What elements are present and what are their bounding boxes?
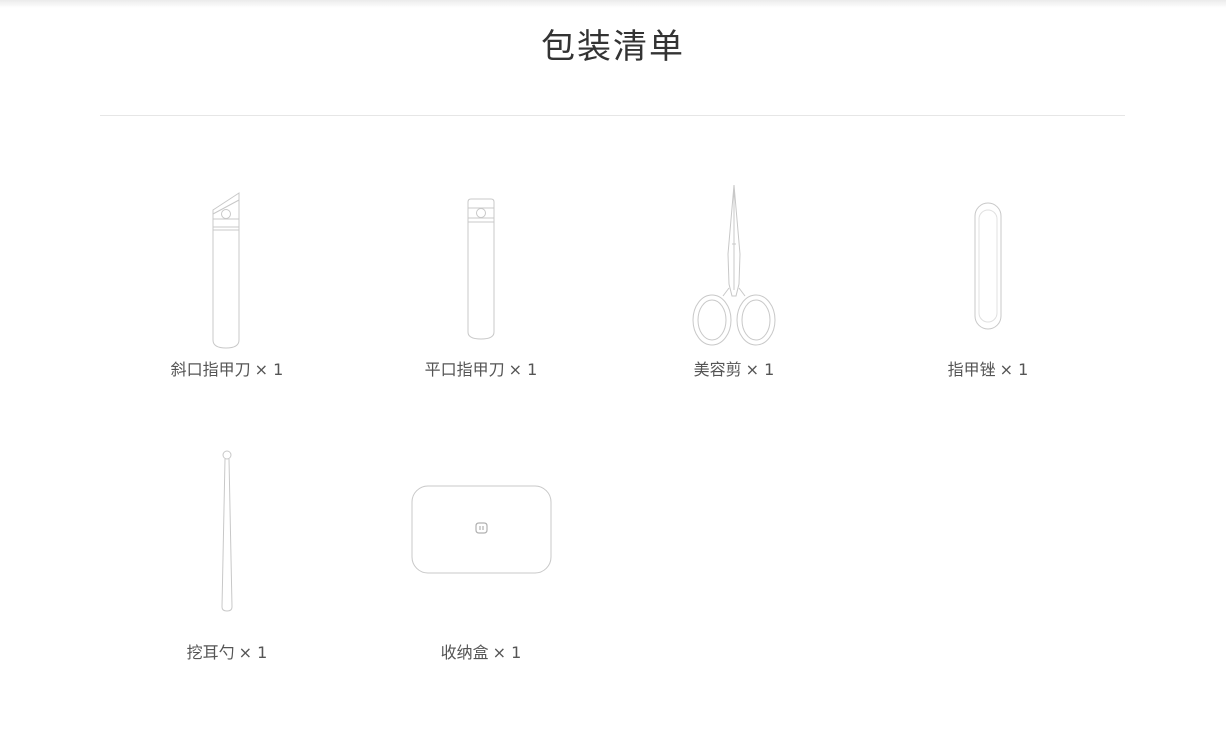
ear-pick-icon bbox=[221, 450, 233, 612]
item-name: 指甲锉 bbox=[947, 360, 996, 379]
item-label: 平口指甲刀 × 1 bbox=[381, 360, 581, 380]
title-divider bbox=[100, 115, 1125, 116]
item-quantity: × 1 bbox=[238, 643, 268, 662]
package-item: 美容剪 × 1 bbox=[634, 180, 834, 390]
slanted-nail-clipper-icon bbox=[212, 192, 240, 349]
item-quantity: × 1 bbox=[254, 360, 284, 379]
top-shadow bbox=[0, 0, 1226, 8]
package-item: 斜口指甲刀 × 1 bbox=[127, 180, 327, 390]
package-item: 收纳盒 × 1 bbox=[381, 445, 581, 665]
item-label: 美容剪 × 1 bbox=[634, 360, 834, 380]
package-item: 指甲锉 × 1 bbox=[888, 180, 1088, 390]
scissors-icon bbox=[692, 184, 776, 346]
item-label: 斜口指甲刀 × 1 bbox=[127, 360, 327, 380]
item-name: 斜口指甲刀 bbox=[170, 360, 251, 379]
item-quantity: × 1 bbox=[492, 643, 522, 662]
item-quantity: × 1 bbox=[745, 360, 775, 379]
item-name: 挖耳勺 bbox=[186, 643, 235, 662]
storage-case-icon bbox=[411, 485, 552, 574]
item-label: 挖耳勺 × 1 bbox=[127, 643, 327, 663]
item-name: 收纳盒 bbox=[440, 643, 489, 662]
item-label: 指甲锉 × 1 bbox=[888, 360, 1088, 380]
package-item: 挖耳勺 × 1 bbox=[127, 445, 327, 665]
item-name: 平口指甲刀 bbox=[424, 360, 505, 379]
item-label: 收纳盒 × 1 bbox=[381, 643, 581, 663]
page-title: 包装清单 bbox=[541, 27, 685, 67]
item-quantity: × 1 bbox=[508, 360, 538, 379]
package-item: 平口指甲刀 × 1 bbox=[381, 180, 581, 390]
item-quantity: × 1 bbox=[999, 360, 1029, 379]
brand-logo-icon bbox=[475, 522, 488, 534]
nail-file-icon bbox=[974, 202, 1002, 330]
straight-nail-clipper-icon bbox=[467, 198, 495, 340]
item-name: 美容剪 bbox=[693, 360, 742, 379]
